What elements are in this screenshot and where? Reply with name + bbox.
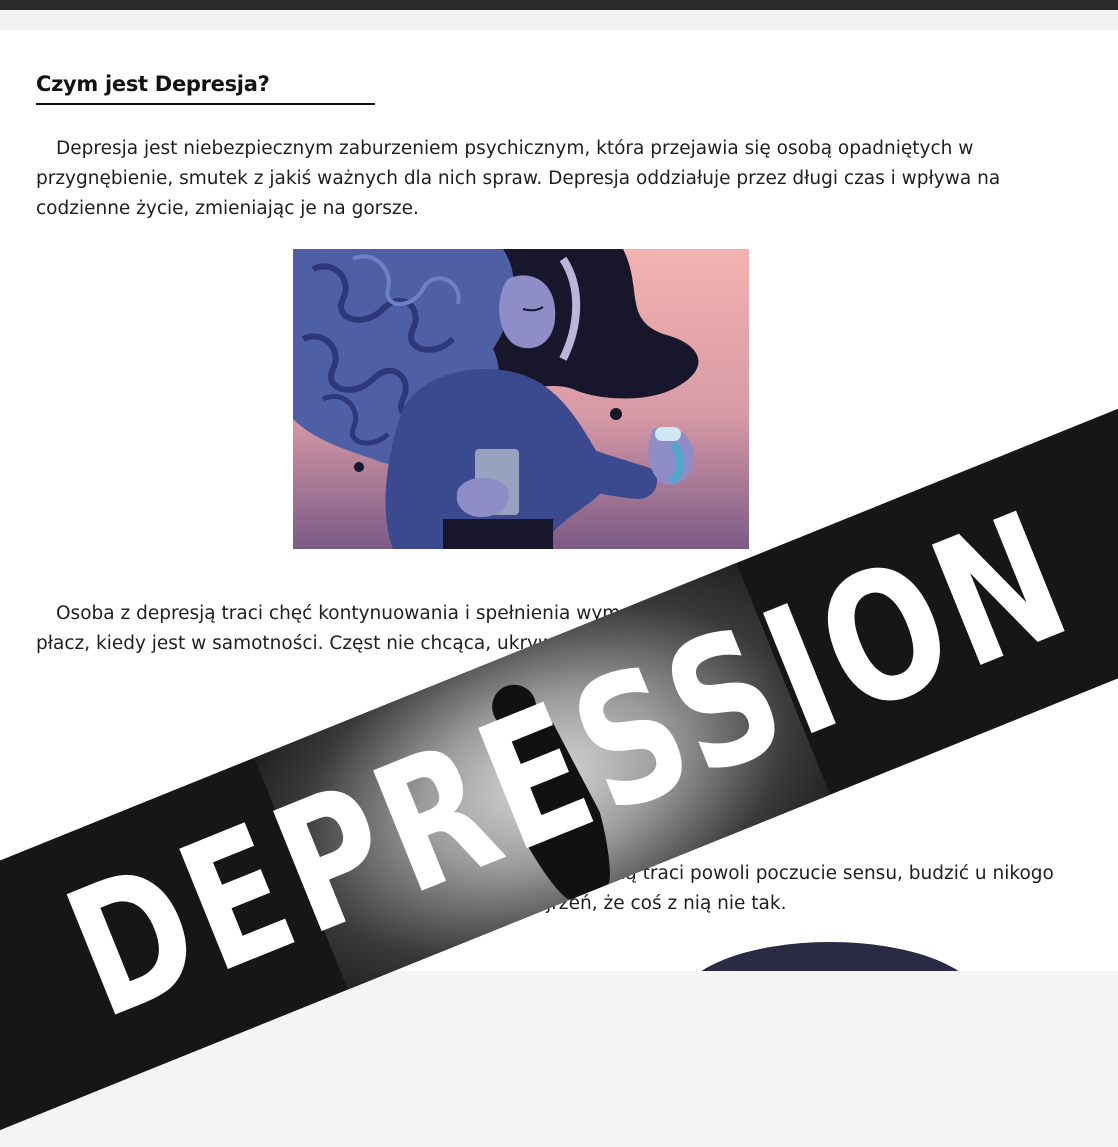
article-title: Czym jest Depresja?: [36, 72, 270, 96]
depression-illustration: [293, 249, 749, 549]
article-paragraph-1: Depresja jest niebezpiecznym zaburzeniem…: [36, 138, 1001, 219]
title-underline: [36, 103, 375, 105]
bottom-image-partial: [680, 942, 980, 971]
browser-top-bar: [0, 0, 1118, 10]
browser-toolbar-strip: [0, 10, 1118, 30]
